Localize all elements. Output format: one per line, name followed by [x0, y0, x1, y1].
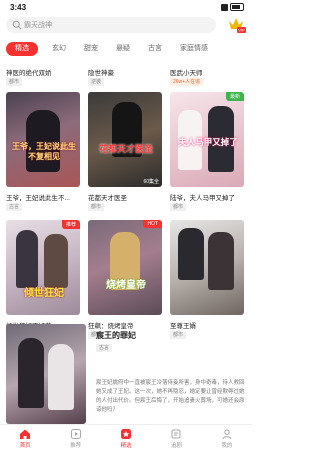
battery-icon [230, 3, 244, 11]
status-icons [221, 3, 244, 11]
cover-caption: 花都天才医圣 [98, 144, 153, 154]
cover-image[interactable]: 花都天才医圣 60集全 [88, 92, 162, 187]
featured-description: 宸王妃姚府中一直被宸王冷落侍妾所害，身中奇毒，待人救回她又成了王妃。这一次，她不… [96, 380, 245, 413]
tab-family[interactable]: 家庭情感 [172, 42, 216, 56]
card-tag: 26w+人在追 [170, 78, 204, 86]
badge-hot: HOT [143, 220, 162, 228]
card-title[interactable]: 陆爷，夫人马甲又掉了 [170, 192, 235, 202]
cover-caption: 王爷，王妃说此生不复相见 [12, 142, 76, 161]
cover-figure [208, 232, 234, 290]
badge-new: 最新 [225, 92, 244, 101]
featured-card[interactable]: 宸王的罪妃 古言 宸王妃姚府中一直被宸王冷落侍妾所害，身中奇毒，待人救回她又成了… [6, 324, 246, 424]
cover-caption: 烧烤皇帝 [106, 280, 146, 291]
recommend-icon [70, 429, 81, 439]
search-placeholder: 霸天战神 [24, 22, 52, 29]
tab-mystery[interactable]: 悬疑 [108, 42, 138, 56]
search-icon [12, 20, 22, 30]
cover-figure [16, 230, 38, 288]
card-tag: 逆袭 [88, 78, 105, 86]
search-input[interactable]: 霸天战神 [6, 17, 216, 33]
featured-title: 宸王的罪妃 [96, 331, 136, 340]
card-title[interactable]: 花都天才医圣 [88, 192, 127, 202]
badge-recommend: 推荐 [61, 220, 80, 229]
card-tag: 都市 [88, 203, 105, 211]
card-title[interactable]: 王爷，王妃说此生不... [6, 192, 70, 202]
featured-cover-image[interactable] [6, 324, 86, 424]
bookmark-icon [171, 429, 181, 439]
status-time: 3:43 [10, 3, 27, 12]
nav-featured[interactable]: 精选 [101, 425, 151, 451]
search-row: 霸天战神 VIP [0, 14, 252, 36]
tab-selected[interactable]: 精选 [6, 42, 38, 56]
cover-figure [18, 338, 44, 408]
cover-figure [26, 110, 60, 172]
status-bar: 3:43 [0, 0, 252, 14]
vip-icon[interactable]: VIP [226, 15, 246, 33]
cover-image[interactable]: 倾世狂妃 推荐 [6, 220, 80, 315]
cover-figure [178, 228, 204, 280]
svg-text:VIP: VIP [238, 28, 245, 33]
card-title[interactable]: 隐世神豪 [88, 67, 114, 77]
featured-icon [121, 429, 132, 439]
cover-image[interactable]: 王爷，王妃说此生不复相见 [6, 92, 80, 187]
card-tag: 都市 [170, 203, 187, 211]
nav-label: 精选 [120, 443, 132, 449]
nav-label: 首页 [19, 443, 31, 449]
nav-label: 我的 [221, 443, 233, 449]
nav-recommend[interactable]: 推荐 [50, 425, 100, 451]
profile-icon [222, 429, 232, 440]
cover-figure [44, 234, 68, 288]
featured-tag: 古言 [96, 344, 113, 352]
cover-caption: 夫人马甲又掉了 [178, 137, 238, 147]
nav-profile[interactable]: 我的 [202, 425, 252, 451]
category-tabs: 精选 玄幻 甜宠 悬疑 古言 家庭情感 [6, 42, 218, 56]
home-icon [20, 429, 31, 439]
card-title[interactable]: 神医的绝代双娇 [6, 67, 52, 77]
cover-image[interactable] [170, 220, 244, 315]
nav-home[interactable]: 首页 [0, 425, 50, 451]
card-tag: 都市 [6, 78, 23, 86]
card-title[interactable]: 医武小天师 [170, 67, 203, 77]
nav-bookmark[interactable]: 追剧 [151, 425, 201, 451]
bottom-nav: 首页 推荐 精选 追剧 我的 [0, 424, 252, 451]
card-tag: 古言 [6, 203, 23, 211]
signal-icon [221, 3, 228, 11]
tab-ancient[interactable]: 古言 [140, 42, 170, 56]
tab-fantasy[interactable]: 玄幻 [44, 42, 74, 56]
cover-image[interactable]: 烧烤皇帝 HOT [88, 220, 162, 315]
cover-figure [48, 344, 74, 410]
nav-label: 追剧 [170, 443, 182, 449]
cover-caption: 倾世狂妃 [24, 288, 64, 299]
tab-romance[interactable]: 甜宠 [76, 42, 106, 56]
cover-image[interactable]: 夫人马甲又掉了 最新 [170, 92, 244, 187]
nav-label: 推荐 [70, 443, 82, 449]
episode-count: 60集全 [143, 179, 159, 185]
